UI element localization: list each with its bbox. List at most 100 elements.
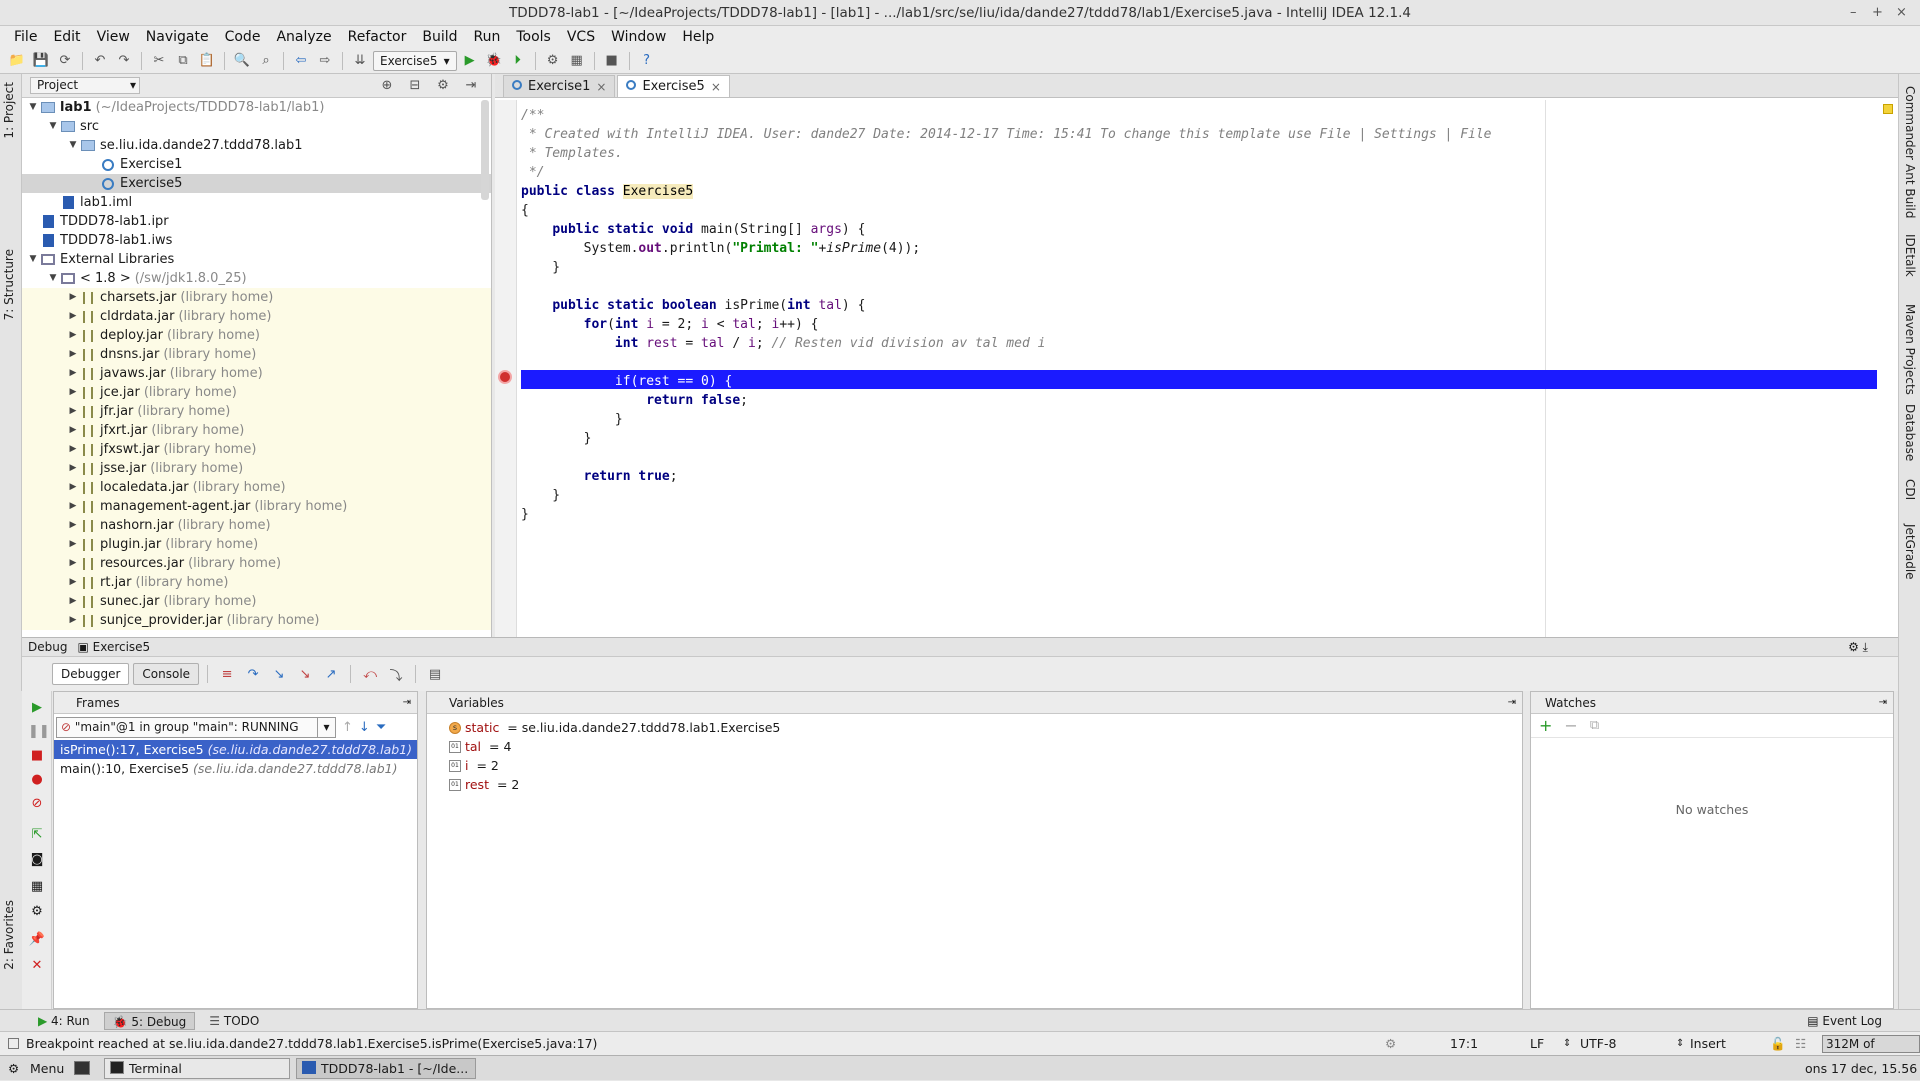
undo-icon[interactable]: ↶	[89, 50, 111, 72]
tree-item[interactable]: ▶ nashorn.jar (library home)	[22, 516, 491, 535]
right-tool-tab-maven-projects[interactable]: Maven Projects	[1903, 304, 1917, 395]
tree-item[interactable]: Exercise1	[22, 155, 491, 174]
tree-expand-arrow-icon[interactable]: ▼	[66, 136, 80, 155]
collapse-all-icon[interactable]: ⊟	[404, 75, 426, 97]
close-icon[interactable]: ✕	[28, 957, 46, 975]
sync-icon[interactable]: ⟳	[54, 50, 76, 72]
menu-analyze[interactable]: Analyze	[268, 29, 339, 45]
tree-expand-arrow-icon[interactable]: ▶	[66, 459, 80, 478]
start-menu-button[interactable]: Menu	[30, 1056, 64, 1081]
status-toggle-icon[interactable]	[8, 1038, 19, 1049]
menu-edit[interactable]: Edit	[45, 29, 88, 45]
open-folder-icon[interactable]: 📁	[6, 50, 28, 72]
find-icon[interactable]: 🔍	[231, 50, 253, 72]
make-project-icon[interactable]: ⇊	[349, 50, 371, 72]
back-icon[interactable]: ⇦	[290, 50, 312, 72]
tree-expand-arrow-icon[interactable]: ▶	[66, 592, 80, 611]
variable-row[interactable]: 01 i = 2	[427, 756, 1522, 775]
save-icon[interactable]: 💾	[30, 50, 52, 72]
inspector-icon[interactable]: ☷	[1795, 1032, 1806, 1056]
tree-item[interactable]: ▼ se.liu.ida.dande27.tddd78.lab1	[22, 136, 491, 155]
tree-item[interactable]: ▶ dnsns.jar (library home)	[22, 345, 491, 364]
lock-icon[interactable]: 🔓	[1770, 1032, 1786, 1056]
menu-tools[interactable]: Tools	[508, 29, 559, 45]
warning-marker-icon[interactable]	[1883, 104, 1893, 114]
right-tool-tab-jetgradle[interactable]: JetGradle	[1903, 524, 1917, 580]
settings-icon[interactable]: ⚙	[542, 50, 564, 72]
memory-indicator[interactable]: 312M of 3552M	[1822, 1035, 1920, 1067]
tree-expand-arrow-icon[interactable]: ▶	[66, 554, 80, 573]
copy-watch-icon[interactable]: ⧉	[1590, 718, 1599, 733]
tree-expand-arrow-icon[interactable]: ▶	[66, 516, 80, 535]
coverage-icon[interactable]: ⏵	[507, 50, 529, 72]
project-scrollbar[interactable]	[481, 100, 489, 200]
taskbar-intellij[interactable]: TDDD78-lab1 - [~/Ide...	[296, 1058, 476, 1079]
project-structure-icon[interactable]: ▦	[566, 50, 588, 72]
tree-expand-arrow-icon[interactable]: ▶	[66, 497, 80, 516]
project-tool-tab[interactable]: 1: Project	[2, 82, 16, 139]
bottom-tab-run[interactable]: ▶ 4: Run	[30, 1012, 98, 1030]
stop-icon[interactable]: ■	[601, 50, 623, 72]
menu-view[interactable]: View	[89, 29, 138, 45]
code-text[interactable]: /** * Created with IntelliJ IDEA. User: …	[521, 106, 1881, 636]
run-configuration-select[interactable]: Exercise5 ▾	[373, 50, 457, 71]
filter-icon[interactable]: ⏷	[376, 720, 386, 735]
tree-expand-arrow-icon[interactable]: ▶	[66, 383, 80, 402]
menu-icon[interactable]: ⚙	[8, 1056, 19, 1081]
menu-refactor[interactable]: Refactor	[340, 29, 415, 45]
tree-item[interactable]: ▶ sunec.jar (library home)	[22, 592, 491, 611]
cut-icon[interactable]: ✂	[148, 50, 170, 72]
tree-item[interactable]: ▶ cldrdata.jar (library home)	[22, 307, 491, 326]
tree-item[interactable]: ▶ localedata.jar (library home)	[22, 478, 491, 497]
event-log-button[interactable]: ▤ Event Log	[1799, 1012, 1890, 1030]
tree-item[interactable]: ▶ javaws.jar (library home)	[22, 364, 491, 383]
show-execution-point-icon[interactable]: ≡	[216, 663, 238, 685]
gear-icon[interactable]: ⚙ ⤓	[1848, 640, 1868, 655]
bottom-tab-todo[interactable]: ☰ TODO	[201, 1012, 267, 1030]
copy-icon[interactable]: ⧉	[172, 50, 194, 72]
project-view-select[interactable]: Project ▾	[30, 77, 140, 94]
tree-expand-arrow-icon[interactable]: ▶	[66, 611, 80, 630]
tree-expand-arrow-icon[interactable]: ▶	[66, 307, 80, 326]
tab-exercise5[interactable]: Exercise5 ×	[617, 75, 730, 97]
breakpoint-icon[interactable]	[498, 370, 512, 384]
step-out-icon[interactable]: ↗	[320, 663, 342, 685]
resume-icon[interactable]: ▶	[28, 699, 46, 717]
frame-up-icon[interactable]: ↑	[342, 720, 353, 735]
tree-expand-arrow-icon[interactable]: ▼	[26, 250, 40, 269]
view-breakpoints-icon[interactable]: ●	[28, 771, 46, 789]
step-over-icon[interactable]: ↷	[242, 663, 264, 685]
variable-row[interactable]: 01 tal = 4	[427, 737, 1522, 756]
tree-item[interactable]: TDDD78-lab1.ipr	[22, 212, 491, 231]
file-encoding[interactable]: UTF-8	[1580, 1032, 1616, 1056]
tree-item[interactable]: ▶ jfr.jar (library home)	[22, 402, 491, 421]
tree-expand-arrow-icon[interactable]: ▶	[66, 402, 80, 421]
tree-item[interactable]: Exercise5	[22, 174, 491, 193]
close-button[interactable]: ×	[1896, 0, 1907, 26]
tree-expand-arrow-icon[interactable]: ▼	[46, 117, 60, 136]
settings-icon[interactable]: ⚙	[28, 903, 46, 921]
paste-icon[interactable]: 📋	[196, 50, 218, 72]
evaluate-expression-icon[interactable]: ▤	[424, 663, 446, 685]
tree-expand-arrow-icon[interactable]: ▶	[66, 535, 80, 554]
insert-mode[interactable]: Insert	[1690, 1032, 1726, 1056]
maximize-button[interactable]: +	[1872, 0, 1883, 26]
step-into-icon[interactable]: ↘	[268, 663, 290, 685]
menu-help[interactable]: Help	[674, 29, 722, 45]
thread-select[interactable]: ⊘ "main"@1 in group "main": RUNNING ▾	[56, 716, 336, 738]
menu-file[interactable]: File	[6, 29, 45, 45]
tree-item[interactable]: ▶ deploy.jar (library home)	[22, 326, 491, 345]
tree-item[interactable]: ▶ sunjce_provider.jar (library home)	[22, 611, 491, 630]
editor-gutter[interactable]	[495, 100, 517, 637]
menu-code[interactable]: Code	[217, 29, 269, 45]
pin-icon[interactable]: ⇥	[1879, 692, 1887, 714]
menu-navigate[interactable]: Navigate	[138, 29, 217, 45]
replace-icon[interactable]: ⌕	[255, 50, 277, 72]
tree-item[interactable]: ▶ management-agent.jar (library home)	[22, 497, 491, 516]
tree-expand-arrow-icon[interactable]: ▶	[66, 288, 80, 307]
gear-icon[interactable]: ⚙	[1385, 1032, 1396, 1056]
tree-item[interactable]: ▶ jfxswt.jar (library home)	[22, 440, 491, 459]
close-icon[interactable]: ×	[596, 80, 606, 94]
tree-item[interactable]: ▶ charsets.jar (library home)	[22, 288, 491, 307]
layout-icon[interactable]: ▦	[28, 878, 46, 896]
